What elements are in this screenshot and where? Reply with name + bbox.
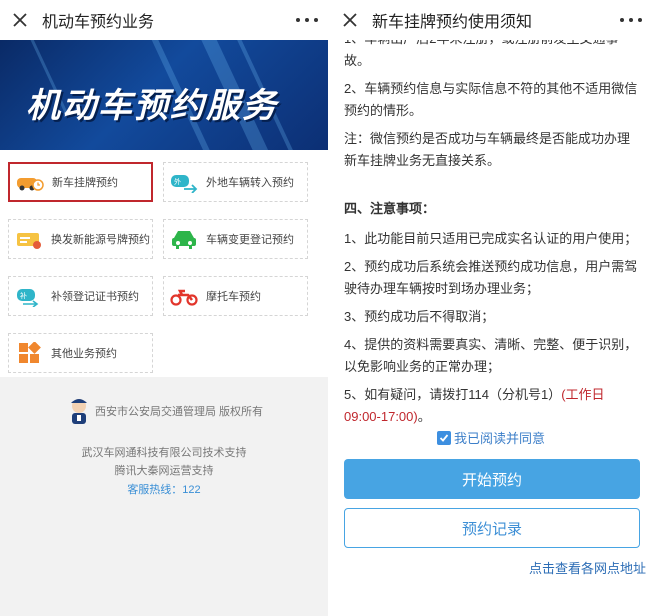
- notice-item: 1、此功能目前只适用已完成实名认证的用户使用；: [344, 231, 638, 246]
- banner-title: 机动车预约服务: [26, 87, 278, 125]
- close-icon[interactable]: [8, 8, 32, 32]
- tile-label: 新车挂牌预约: [52, 177, 118, 189]
- notice-item: 2、预约成功后系统会推送预约成功信息，用户需驾驶待办理车辆按时到场办理业务；: [344, 259, 638, 296]
- tile-new-car-plate[interactable]: 新车挂牌预约: [8, 162, 153, 202]
- page-title: 机动车预约业务: [42, 14, 155, 31]
- left-screen: 机动车预约业务 机动车预约服务 新车挂牌预约 外 外地车辆转入预约 换发新能源号…: [0, 0, 328, 616]
- banner: 机动车预约服务: [0, 40, 328, 150]
- tile-label: 换发新能源号牌预约: [51, 234, 150, 246]
- copyright-line: 西安市公安局交通管理局 版权所有: [0, 396, 328, 426]
- car-clock-icon: [16, 170, 44, 194]
- tile-motorcycle[interactable]: 摩托车预约: [163, 276, 308, 316]
- agree-checkbox[interactable]: [436, 430, 451, 445]
- tile-vehicle-change-registration[interactable]: 车辆变更登记预约: [163, 219, 308, 259]
- tile-label: 车辆变更登记预约: [206, 234, 294, 246]
- left-top-bar: 机动车预约业务: [0, 0, 328, 40]
- ops-support-text: 腾讯大秦网运营支持: [114, 465, 214, 477]
- service-grid: 新车挂牌预约 外 外地车辆转入预约 换发新能源号牌预约 车辆变更登记预约 补 补…: [0, 150, 328, 377]
- certificate-icon: 补: [15, 284, 43, 308]
- tile-label: 外地车辆转入预约: [206, 177, 294, 189]
- tile-other-services[interactable]: 其他业务预约: [8, 333, 153, 373]
- tech-support-text: 武汉车网通科技有限公司技术支持: [81, 447, 247, 459]
- tile-label: 补领登记证书预约: [51, 291, 139, 303]
- svg-text:补: 补: [20, 291, 27, 300]
- tile-out-of-town-transfer[interactable]: 外 外地车辆转入预约: [163, 162, 308, 202]
- notice-item-contact: 5、如有疑问，请拨打114（分机号1）(工作日09:00-17:00)。: [344, 384, 638, 428]
- car-transfer-icon: 外: [170, 170, 198, 194]
- right-top-bar: 新车挂牌预约使用须知: [330, 0, 652, 40]
- outlets-address-link[interactable]: 点击查看各网点地址: [529, 558, 646, 577]
- hotline-text[interactable]: 客服热线：122: [0, 481, 328, 497]
- notice-item: 2、车辆预约信息与实际信息不符的其他不适用微信预约的情形。: [344, 81, 638, 118]
- agree-row: 我已阅读并同意: [330, 428, 652, 447]
- copyright-text: 西安市公安局交通管理局 版权所有: [94, 406, 264, 418]
- more-menu-icon[interactable]: [296, 10, 318, 30]
- more-menu-icon[interactable]: [620, 10, 642, 30]
- page-title: 新车挂牌预约使用须知: [372, 14, 533, 31]
- start-booking-button[interactable]: 开始预约: [344, 459, 640, 499]
- right-screen: 新车挂牌预约使用须知 1、车辆出厂后2年未注册，或注册前发生交通事故。 2、车辆…: [330, 0, 652, 616]
- tile-replace-certificate[interactable]: 补 补领登记证书预约: [8, 276, 153, 316]
- notice-item: 4、提供的资料需要真实、清晰、完整、便于识别，以免影响业务的正常办理；: [344, 337, 638, 374]
- booking-records-button[interactable]: 预约记录: [344, 508, 640, 548]
- tile-label: 其他业务预约: [51, 348, 117, 360]
- close-icon[interactable]: [338, 8, 362, 32]
- agree-label[interactable]: 我已阅读并同意: [454, 428, 545, 447]
- contact-suffix: 。: [417, 409, 431, 424]
- svg-text:外: 外: [174, 177, 181, 186]
- green-car-icon: [170, 227, 198, 251]
- notice-note: 注：微信预约是否成功与车辆最终是否能成功办理新车挂牌业务无直接关系。: [344, 131, 631, 168]
- tile-label: 摩托车预约: [206, 291, 261, 303]
- contact-text: 5、如有疑问，请拨打114（分机号1）: [344, 387, 562, 402]
- police-mascot-icon: [65, 396, 93, 426]
- other-services-icon: [15, 341, 43, 365]
- notice-item: 3、预约成功后不得取消；: [344, 309, 495, 324]
- notice-content: 1、车辆出厂后2年未注册，或注册前发生交通事故。 2、车辆预约信息与实际信息不符…: [330, 28, 652, 428]
- section-title: 四、注意事项：: [344, 201, 436, 216]
- license-plate-icon: [15, 227, 43, 251]
- motorcycle-icon: [170, 284, 198, 308]
- tile-new-energy-plate[interactable]: 换发新能源号牌预约: [8, 219, 153, 259]
